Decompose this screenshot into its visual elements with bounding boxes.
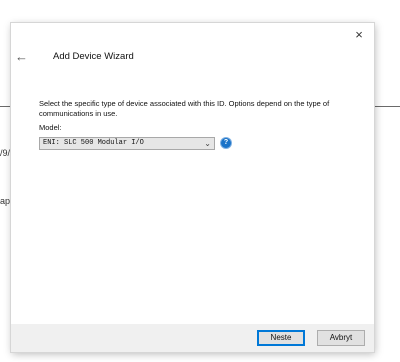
chevron-down-icon: ⌄ [204,139,211,148]
background-divider-left [0,106,11,107]
model-select-value: ENI: SLC 500 Modular I/O [43,139,144,147]
next-button[interactable]: Neste [257,330,305,346]
instruction-text: Select the specific type of device assoc… [39,99,330,118]
dialog-title: Add Device Wizard [53,51,134,62]
model-label: Model: [39,123,62,132]
add-device-wizard-dialog: × ← Add Device Wizard Select the specifi… [11,23,374,352]
close-icon[interactable]: × [350,26,368,44]
model-select[interactable]: ENI: SLC 500 Modular I/O ⌄ [39,137,215,150]
cancel-button[interactable]: Avbryt [317,330,365,346]
back-arrow-icon[interactable]: ← [15,50,31,64]
dialog-footer: Neste Avbryt [11,324,374,352]
background-divider-right [374,106,400,107]
help-icon[interactable]: ? [221,138,231,148]
